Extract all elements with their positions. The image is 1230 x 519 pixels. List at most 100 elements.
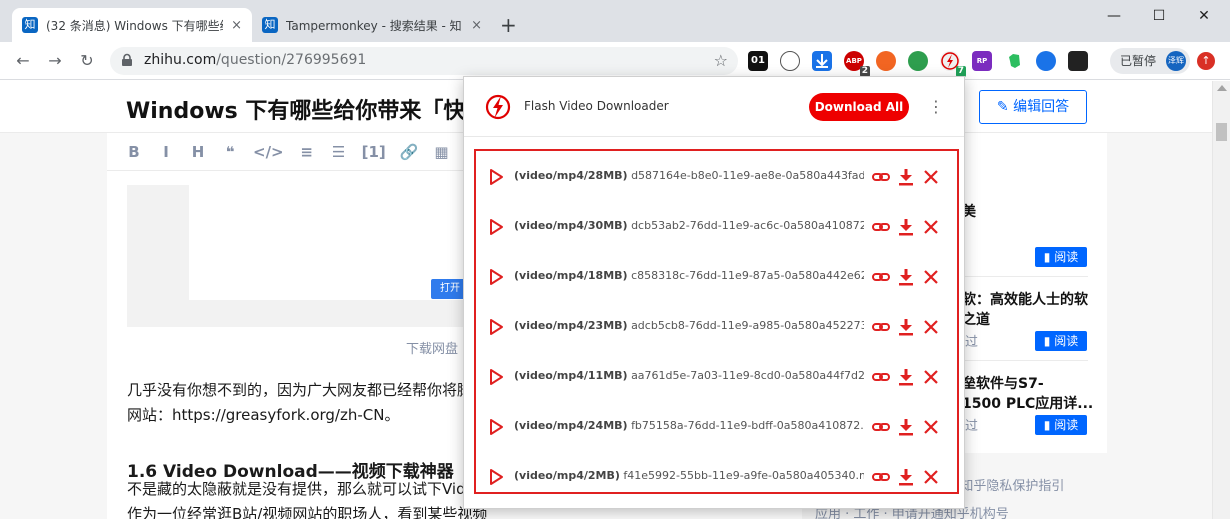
extension-orange-icon[interactable] — [876, 51, 896, 71]
play-icon[interactable] — [486, 367, 506, 387]
image-caption: 下载网盘 — [406, 342, 459, 357]
read-button[interactable]: ▮ 阅读 — [1035, 247, 1087, 267]
book-title-line2: 1500 PLC应用详... — [962, 396, 1094, 412]
tab-strip: 知 (32 条消息) Windows 下有哪些给 × 知 Tampermonke… — [0, 0, 1230, 42]
link-button[interactable]: 🔗 — [400, 143, 419, 161]
video-filename: fb75158a-76dd-11e9-bdff-0a580a410872.mp4 — [631, 419, 864, 432]
remove-icon[interactable] — [921, 217, 941, 237]
extension-mask-icon[interactable] — [1068, 51, 1088, 71]
remove-icon[interactable] — [921, 417, 941, 437]
update-icon[interactable]: ↑ — [1197, 52, 1215, 70]
extension-key-icon[interactable] — [1036, 51, 1056, 71]
evernote-icon[interactable] — [1004, 51, 1024, 71]
video-type: (video/mp4/2MB) — [514, 469, 620, 482]
heading-button[interactable]: H — [189, 143, 207, 161]
copy-link-icon[interactable] — [871, 467, 891, 487]
play-icon[interactable] — [486, 167, 506, 187]
video-type: (video/mp4/11MB) — [514, 369, 628, 382]
tab-close-icon[interactable]: × — [471, 18, 482, 33]
remove-icon[interactable] — [921, 367, 941, 387]
read-label: 阅读 — [1054, 334, 1079, 348]
remove-icon[interactable] — [921, 267, 941, 287]
code-button[interactable]: </> — [253, 143, 284, 161]
flash-video-downloader-icon[interactable]: 7 — [940, 51, 966, 77]
download-icon[interactable] — [896, 217, 916, 237]
extension-ring-icon[interactable] — [780, 51, 800, 71]
new-tab-button[interactable]: + — [500, 14, 517, 36]
play-icon[interactable] — [486, 317, 506, 337]
popup-title: Flash Video Downloader — [524, 99, 669, 113]
bold-button[interactable]: B — [125, 143, 143, 161]
ordered-list-button[interactable]: ≡ — [298, 143, 316, 161]
adblock-plus-icon[interactable]: ABP 2 — [844, 51, 870, 77]
unordered-list-button[interactable]: ☰ — [330, 143, 348, 161]
maximize-button[interactable]: ☐ — [1147, 6, 1171, 26]
copy-link-icon[interactable] — [871, 217, 891, 237]
scroll-up-arrow-icon[interactable] — [1217, 85, 1227, 91]
remove-icon[interactable] — [921, 467, 941, 487]
read-button[interactable]: ▮ 阅读 — [1035, 331, 1087, 351]
extension-01-icon[interactable]: 01 — [748, 51, 768, 71]
download-arrow-glyph-icon — [816, 54, 828, 68]
reference-button[interactable]: [1] — [362, 143, 386, 161]
download-all-button[interactable]: Download All — [809, 93, 909, 121]
book-title-line1: 软：高效能人士的软 — [962, 292, 1088, 308]
video-filename: dcb53ab2-76dd-11e9-ac6c-0a580a410872.... — [631, 219, 864, 232]
download-icon[interactable] — [896, 467, 916, 487]
tab-close-icon[interactable]: × — [231, 18, 242, 33]
video-filename: d587164e-b8e0-11e9-ae8e-0a580a443fad.m..… — [631, 169, 864, 182]
play-icon[interactable] — [486, 267, 506, 287]
zhihu-favicon-icon: 知 — [22, 17, 38, 33]
window-close-button[interactable]: ✕ — [1192, 6, 1216, 26]
minimize-button[interactable]: — — [1102, 6, 1126, 26]
video-filename: c858318c-76dd-11e9-87a5-0a580a442e62.... — [631, 269, 864, 282]
copy-link-icon[interactable] — [871, 417, 891, 437]
copy-link-icon[interactable] — [871, 267, 891, 287]
chat-bubble-icon[interactable] — [908, 51, 928, 71]
play-icon[interactable] — [486, 467, 506, 487]
copy-link-icon[interactable] — [871, 317, 891, 337]
flash-video-downloader-popup: Flash Video Downloader Download All ⋮ (v… — [463, 76, 965, 509]
tab-tampermonkey-search[interactable]: 知 Tampermonkey - 搜索结果 - 知 × — [252, 8, 492, 42]
remove-icon[interactable] — [921, 317, 941, 337]
copy-link-icon[interactable] — [871, 367, 891, 387]
tab-title: Tampermonkey - 搜索结果 - 知 — [286, 18, 462, 33]
paragraph-link-text: 网站：https://greasyfork.org/zh-CN。 — [127, 406, 400, 424]
video-row: (video/mp4/24MB) fb75158a-76dd-11e9-bdff… — [476, 402, 957, 452]
edit-answer-button[interactable]: ✎ 编辑回答 — [979, 90, 1087, 124]
book-title-line2: 之道 — [962, 312, 990, 328]
download-icon[interactable] — [896, 167, 916, 187]
play-icon[interactable] — [486, 417, 506, 437]
video-info: (video/mp4/11MB) aa761d5e-7a03-11e9-8cd0… — [514, 369, 864, 382]
download-arrow-icon[interactable] — [812, 51, 832, 71]
download-icon[interactable] — [896, 367, 916, 387]
video-info: (video/mp4/2MB) f41e5992-55bb-11e9-a9fe-… — [514, 469, 864, 482]
extension-rp-icon[interactable]: RP — [972, 51, 992, 71]
quote-button[interactable]: ❝ — [221, 143, 239, 161]
bookmark-star-icon[interactable]: ☆ — [714, 51, 728, 70]
url-text: zhihu.com/question/276995691 — [144, 52, 366, 68]
tab-zhihu-question[interactable]: 知 (32 条消息) Windows 下有哪些给 × — [12, 8, 252, 42]
video-filename: adcb5cb8-76dd-11e9-a985-0a580a452273.... — [631, 319, 864, 332]
remove-icon[interactable] — [921, 167, 941, 187]
video-row: (video/mp4/30MB) dcb53ab2-76dd-11e9-ac6c… — [476, 202, 957, 252]
address-bar[interactable]: zhihu.com/question/276995691 ☆ — [110, 47, 738, 75]
download-icon[interactable] — [896, 417, 916, 437]
image-button[interactable]: ▦ — [432, 143, 450, 161]
profile-paused-button[interactable]: 已暂停 泽辉 — [1110, 48, 1190, 74]
read-button[interactable]: ▮ 阅读 — [1035, 415, 1087, 435]
italic-button[interactable]: I — [157, 143, 175, 161]
page-scrollbar[interactable] — [1212, 81, 1230, 519]
more-options-icon[interactable]: ⋮ — [928, 95, 944, 119]
video-row: (video/mp4/2MB) f41e5992-55bb-11e9-a9fe-… — [476, 452, 957, 502]
download-icon[interactable] — [896, 267, 916, 287]
reload-button[interactable]: ↻ — [76, 50, 98, 72]
url-path: /question/276995691 — [216, 52, 367, 68]
play-icon[interactable] — [486, 217, 506, 237]
scroll-thumb[interactable] — [1216, 123, 1227, 141]
edit-answer-label: 编辑回答 — [1013, 99, 1070, 115]
back-button[interactable]: ← — [12, 50, 34, 72]
copy-link-icon[interactable] — [871, 167, 891, 187]
download-icon[interactable] — [896, 317, 916, 337]
forward-button[interactable]: → — [44, 50, 66, 72]
